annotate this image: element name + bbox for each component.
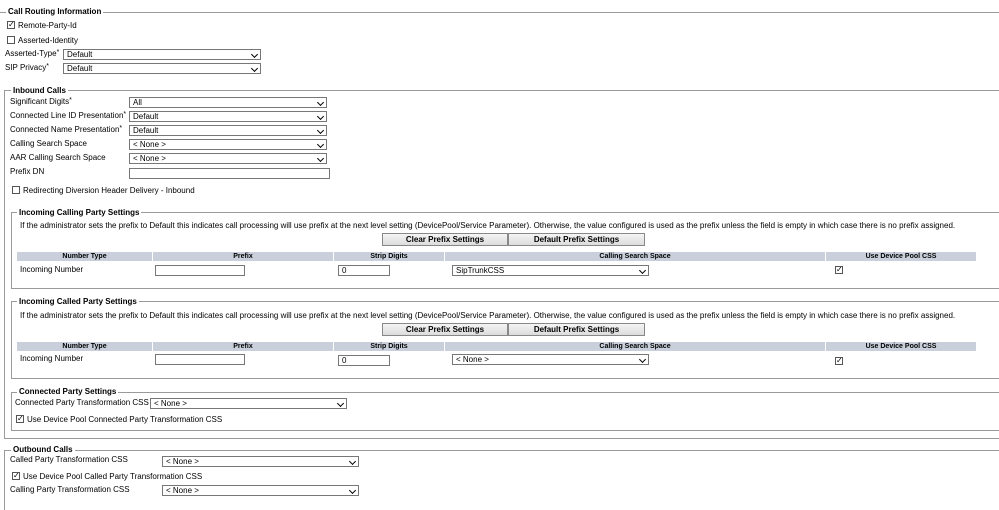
- called-use-pool-label: Use Device Pool Called Party Transformat…: [23, 472, 203, 481]
- call-routing-legend: Call Routing Information: [6, 7, 104, 17]
- prefix-dn-input[interactable]: [129, 168, 330, 179]
- aar-css-label: AAR Calling Search Space: [10, 153, 106, 162]
- header-number-type-called: Number Type: [17, 342, 152, 351]
- calling-transform-css-select[interactable]: < None >: [162, 485, 359, 496]
- header-use-device-pool-css-called: Use Device Pool CSS: [826, 342, 976, 351]
- header-strip-digits-called: Strip Digits: [334, 342, 444, 351]
- connected-name-label: Connected Name Presentation*: [10, 125, 123, 134]
- header-calling-search-space: Calling Search Space: [445, 252, 825, 261]
- connected-line-id-select[interactable]: Default: [129, 111, 327, 122]
- incoming-calling-number-type: Incoming Number: [20, 265, 84, 274]
- significant-digits-label: Significant Digits*: [10, 97, 72, 106]
- incoming-called-use-pool-checkbox[interactable]: [835, 356, 843, 366]
- incoming-called-prefix-input[interactable]: [155, 354, 245, 365]
- calling-search-space-select[interactable]: < None >: [129, 139, 327, 150]
- redirecting-label: Redirecting Diversion Header Delivery - …: [23, 186, 195, 195]
- incoming-called-legend: Incoming Called Party Settings: [17, 297, 139, 307]
- called-use-pool-checkbox[interactable]: [12, 471, 20, 481]
- outbound-calls-legend: Outbound Calls: [11, 445, 75, 455]
- incoming-called-strip-digits-input[interactable]: 0: [338, 355, 390, 366]
- remote-party-id-checkbox[interactable]: [7, 20, 15, 30]
- incoming-calling-strip-digits-input[interactable]: 0: [338, 265, 390, 276]
- header-strip-digits: Strip Digits: [334, 252, 444, 261]
- incoming-called-number-type: Incoming Number: [20, 354, 84, 363]
- connected-party-legend: Connected Party Settings: [17, 387, 119, 397]
- connected-transform-css-select[interactable]: < None >: [150, 398, 347, 409]
- default-prefix-button[interactable]: Default Prefix Settings: [508, 233, 645, 246]
- calling-transform-css-label: Calling Party Transformation CSS: [10, 485, 130, 494]
- calling-search-space-label: Calling Search Space: [10, 139, 87, 148]
- header-prefix-called: Prefix: [153, 342, 333, 351]
- aar-css-select[interactable]: < None >: [129, 153, 327, 164]
- asserted-type-select[interactable]: Default: [63, 49, 261, 60]
- header-calling-search-space-called: Calling Search Space: [445, 342, 825, 351]
- connected-name-select[interactable]: Default: [129, 125, 327, 136]
- incoming-calling-legend: Incoming Calling Party Settings: [17, 208, 142, 218]
- connected-use-pool-label: Use Device Pool Connected Party Transfor…: [27, 415, 223, 424]
- inbound-calls-legend: Inbound Calls: [11, 86, 68, 96]
- sip-privacy-label: SIP Privacy*: [5, 63, 49, 72]
- incoming-calling-css-select[interactable]: SipTrunkCSS: [452, 265, 649, 276]
- incoming-calling-prefix-input[interactable]: [155, 265, 245, 276]
- clear-prefix-button-called[interactable]: Clear Prefix Settings: [382, 323, 508, 336]
- incoming-calling-note: If the administrator sets the prefix to …: [20, 221, 956, 230]
- incoming-called-note: If the administrator sets the prefix to …: [20, 311, 956, 320]
- remote-party-id-label: Remote-Party-Id: [18, 21, 77, 30]
- clear-prefix-button[interactable]: Clear Prefix Settings: [382, 233, 508, 246]
- called-transform-css-select[interactable]: < None >: [162, 456, 359, 467]
- redirecting-checkbox[interactable]: [12, 186, 20, 194]
- called-transform-css-label: Called Party Transformation CSS: [10, 455, 128, 464]
- incoming-called-css-select[interactable]: < None >: [452, 354, 649, 365]
- asserted-type-label: Asserted-Type*: [5, 49, 60, 58]
- header-use-device-pool-css: Use Device Pool CSS: [826, 252, 976, 261]
- header-number-type: Number Type: [17, 252, 152, 261]
- default-prefix-button-called[interactable]: Default Prefix Settings: [508, 323, 645, 336]
- significant-digits-select[interactable]: All: [129, 97, 327, 108]
- connected-line-id-label: Connected Line ID Presentation*: [10, 111, 127, 120]
- incoming-calling-use-pool-checkbox[interactable]: [835, 265, 843, 275]
- prefix-dn-label: Prefix DN: [10, 167, 45, 176]
- connected-transform-css-label: Connected Party Transformation CSS: [15, 398, 149, 407]
- asserted-identity-checkbox[interactable]: [7, 36, 15, 44]
- header-prefix: Prefix: [153, 252, 333, 261]
- sip-privacy-select[interactable]: Default: [63, 63, 261, 74]
- connected-use-pool-checkbox[interactable]: [16, 414, 24, 424]
- asserted-identity-label: Asserted-Identity: [18, 36, 79, 45]
